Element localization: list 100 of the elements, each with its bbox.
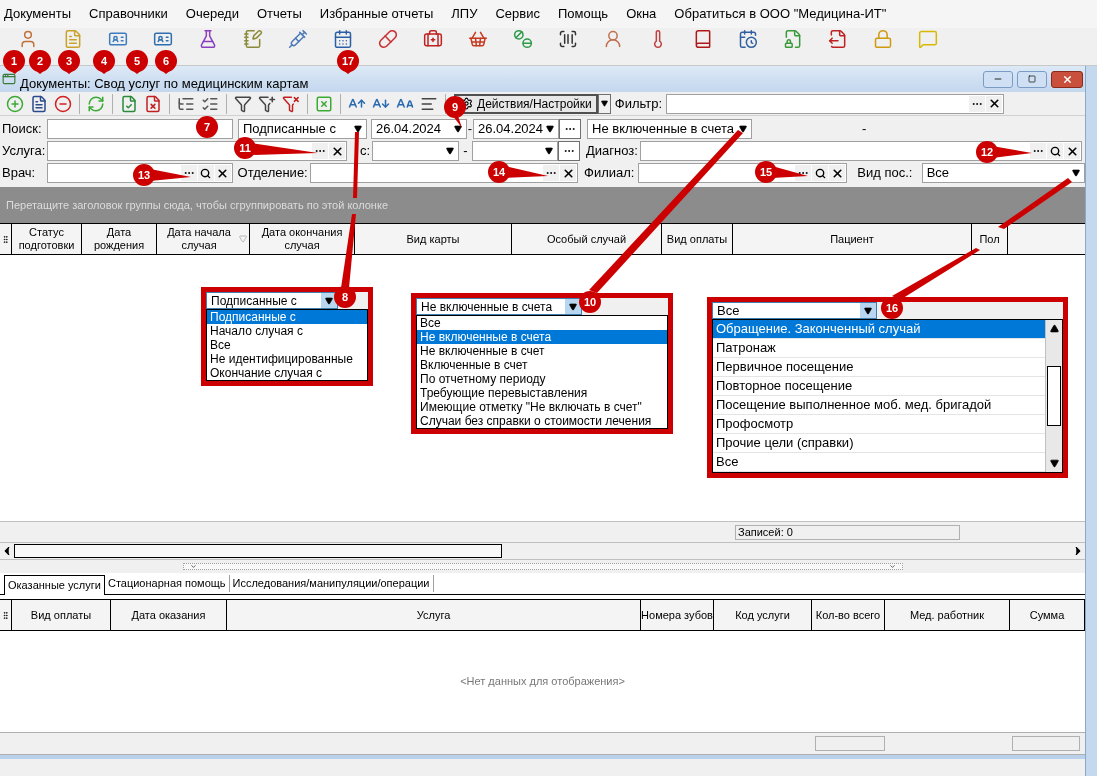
clear-button[interactable]: [560, 165, 577, 181]
menu-item[interactable]: ЛПУ: [451, 4, 478, 24]
column-header[interactable]: Кол-во всего: [812, 600, 885, 630]
service-field[interactable]: [47, 141, 347, 161]
dropdown-arrow-icon: [600, 100, 608, 107]
menu-item[interactable]: Помощь: [557, 4, 609, 24]
dropdown-option[interactable]: Все: [417, 316, 667, 330]
field-label: с:: [360, 142, 372, 161]
search-button[interactable]: [812, 165, 829, 181]
clear-button[interactable]: [829, 165, 846, 181]
dropdown-option[interactable]: Имеющие отметку "Не включать в счет": [417, 400, 667, 414]
scroll-thumb[interactable]: [14, 544, 502, 558]
billing-dropdown[interactable]: Не включенные в счета: [587, 119, 752, 139]
search-button[interactable]: [197, 165, 214, 181]
date-field[interactable]: 26.04.2024: [473, 119, 559, 139]
dropdown-option[interactable]: Не включенные в счет: [417, 344, 667, 358]
field-label: Поиск:: [2, 120, 43, 139]
scrollbar[interactable]: [1045, 320, 1062, 472]
date-field[interactable]: 26.04.2024: [371, 119, 467, 139]
column-header[interactable]: Код услуги: [714, 600, 812, 630]
clear-button[interactable]: [1064, 143, 1080, 159]
dropdown-option[interactable]: Окончание случая с: [207, 366, 367, 380]
dropdown-option[interactable]: Случаи без справки о стоимости лечения: [417, 414, 667, 428]
scroll-thumb[interactable]: [1047, 366, 1061, 426]
dropdown-option[interactable]: Патронаж: [713, 339, 1045, 358]
tab[interactable]: Стационарная помощь: [104, 575, 230, 592]
department-field[interactable]: [309, 163, 579, 183]
dropdown-option[interactable]: Требующие перевыставления: [417, 386, 667, 400]
menu-item[interactable]: Обратиться в ООО "Медицина-ИТ": [674, 4, 887, 24]
dropdown-option[interactable]: Профосмотр: [713, 415, 1045, 434]
actions-menu-button[interactable]: [597, 93, 611, 114]
dropdown-option[interactable]: Посещение выполненное моб. мед. бригадой: [713, 396, 1045, 415]
ellipsis-button[interactable]: [180, 165, 197, 181]
dropdown-field[interactable]: Подписанные с: [206, 292, 338, 309]
column-header[interactable]: Услуга: [227, 600, 641, 630]
dropdown-option[interactable]: Прочие цели (справки): [713, 434, 1045, 453]
menu-item[interactable]: Документы: [4, 4, 71, 24]
search-icon: [1049, 145, 1061, 157]
column-header[interactable]: Вид оплаты: [12, 600, 111, 630]
menu-item[interactable]: Отчеты: [256, 4, 302, 24]
menu-item[interactable]: Избранные отчеты: [319, 4, 434, 24]
search-icon: [200, 167, 212, 179]
ellipsis-button[interactable]: [558, 141, 580, 161]
callout-badge: 6: [155, 50, 177, 72]
column-header[interactable]: Дата оказания: [111, 600, 227, 630]
callout-badge: 11: [234, 137, 256, 159]
ellipsis-button[interactable]: [543, 165, 560, 181]
menu-item[interactable]: Справочники: [89, 4, 168, 24]
close-button[interactable]: [1051, 70, 1083, 88]
field-label: Отделение:: [237, 164, 309, 183]
clear-button[interactable]: [986, 95, 1003, 112]
field-label: Диагноз:: [586, 142, 639, 161]
dropdown-field[interactable]: Не включенные в счета: [416, 298, 582, 315]
dropdown-option[interactable]: Не идентифицированные: [207, 352, 367, 366]
dropdown-field[interactable]: Все: [712, 302, 877, 319]
dropdown-option[interactable]: Включенные в счет: [417, 358, 667, 372]
column-header[interactable]: Дата рождения: [82, 224, 157, 254]
column-header[interactable]: Номера зубов: [641, 600, 714, 630]
dropdown-option[interactable]: Повторное посещение: [713, 377, 1045, 396]
clear-button[interactable]: [329, 143, 345, 159]
date-mode-dropdown[interactable]: Подписанные с: [238, 119, 367, 139]
menu-item[interactable]: Окна: [626, 4, 657, 24]
column-chooser-icon[interactable]: [0, 600, 12, 630]
column-header[interactable]: Мед. работник: [885, 600, 1010, 630]
ellipsis-button[interactable]: [312, 143, 328, 159]
close-icon: [1065, 144, 1079, 158]
clear-button[interactable]: [214, 165, 231, 181]
menu-item[interactable]: Сервис: [495, 4, 540, 24]
dropdown-option[interactable]: Не включенные в счета: [417, 330, 667, 344]
ellipsis-button[interactable]: [559, 119, 581, 139]
ellipsis-button[interactable]: [1030, 143, 1046, 159]
visit-type-dropdown[interactable]: Все: [921, 163, 1085, 183]
dropdown-option[interactable]: Начало случая с: [207, 324, 367, 338]
dropdown-option[interactable]: Обращение. Законченный случай: [713, 320, 1045, 339]
range-dropdown[interactable]: [372, 141, 459, 161]
dropdown-option[interactable]: Подписанные с: [207, 310, 367, 324]
column-header[interactable]: Дата начала случая: [157, 224, 250, 254]
dropdown-option[interactable]: Первичное посещение: [713, 358, 1045, 377]
search-button[interactable]: [1047, 143, 1063, 159]
dropdown-option[interactable]: Все: [207, 338, 367, 352]
column-header[interactable]: Вид оплаты: [662, 224, 733, 254]
tab[interactable]: Оказанные услуги: [4, 575, 105, 595]
horizontal-scrollbar[interactable]: [0, 543, 1085, 560]
dropdown-option[interactable]: По отчетному периоду: [417, 372, 667, 386]
minimize-button[interactable]: [983, 70, 1013, 88]
record-count: Записей: 0: [735, 524, 960, 540]
dropdown-arrow-icon: [1072, 169, 1080, 177]
menu-item[interactable]: Очереди: [185, 4, 239, 24]
column-chooser-icon[interactable]: [0, 224, 12, 254]
dropdown-option[interactable]: Все: [713, 453, 1045, 472]
diagnosis-field[interactable]: [640, 141, 1082, 161]
close-icon: [330, 144, 344, 158]
period-dash: -: [862, 120, 867, 139]
search-field[interactable]: [47, 119, 233, 139]
ellipsis-button[interactable]: [969, 95, 986, 112]
scroll-up-icon[interactable]: [1049, 324, 1059, 333]
filter-field[interactable]: [666, 93, 1005, 114]
scroll-down-icon[interactable]: [1049, 459, 1059, 468]
column-header[interactable]: Статус подготовки: [12, 224, 82, 254]
tab[interactable]: Исследования/манипуляции/операции: [229, 575, 434, 592]
